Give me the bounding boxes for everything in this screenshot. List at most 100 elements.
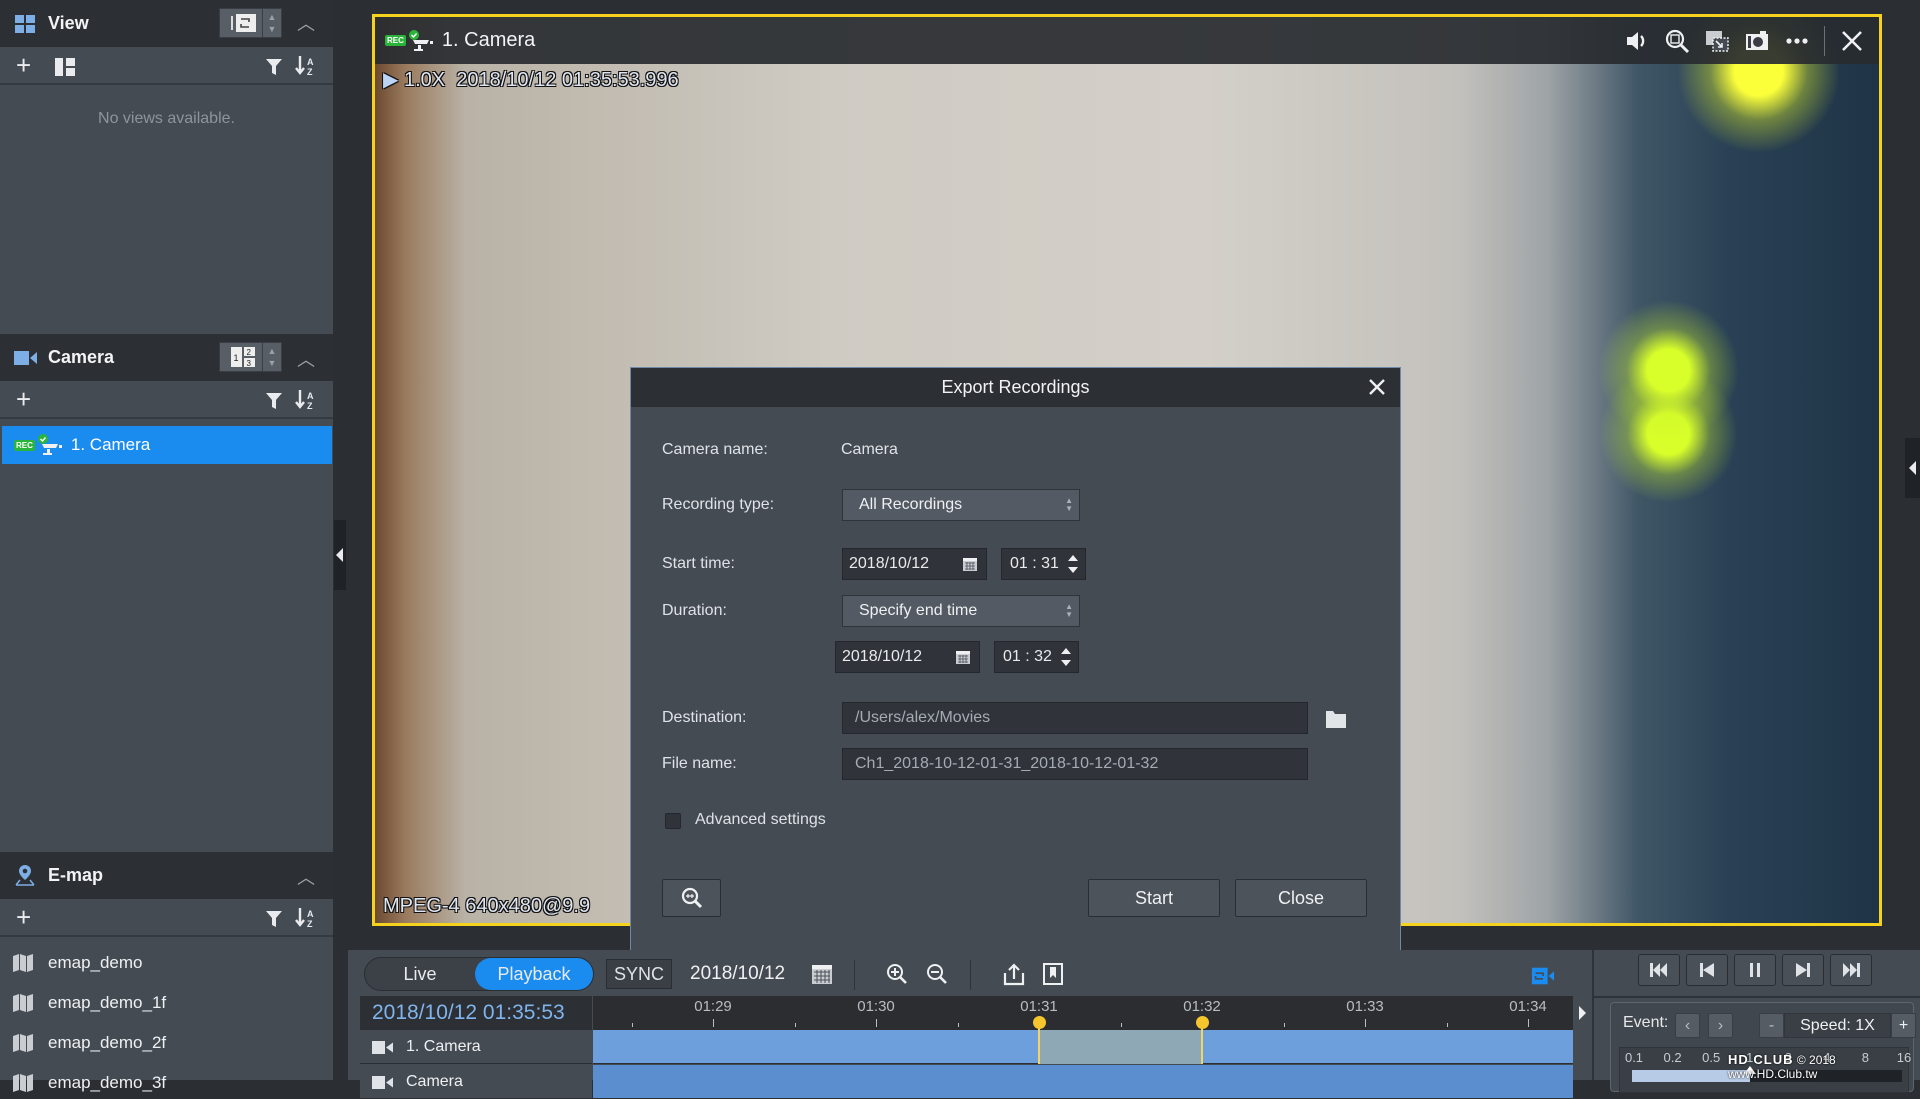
export-icon[interactable]	[1002, 962, 1026, 986]
calendar-icon[interactable]	[955, 649, 971, 665]
filter-icon[interactable]	[265, 392, 283, 410]
preview-search-button[interactable]	[662, 879, 721, 917]
camera-sync-icon[interactable]	[1531, 964, 1555, 988]
digital-zoom-icon[interactable]	[1664, 28, 1690, 54]
filter-icon[interactable]	[265, 910, 283, 928]
pause-button[interactable]	[1734, 954, 1776, 986]
zoom-out-icon[interactable]	[925, 962, 949, 986]
selection-end-handle[interactable]	[1196, 1016, 1209, 1029]
speaker-icon[interactable]	[1624, 28, 1650, 54]
play-indicator-icon: ▶	[383, 69, 399, 91]
view-layout-spinner[interactable]: ▲ ▼	[262, 8, 282, 38]
next-frame-button[interactable]	[1782, 954, 1824, 986]
more-options-icon[interactable]	[1784, 28, 1810, 54]
left-sidebar: View ▲ ▼ ︿ + AZ No views available. Camer…	[0, 0, 333, 1092]
camera-name-value: Camera	[841, 441, 898, 458]
skip-to-end-button[interactable]	[1830, 954, 1872, 986]
playback-mode-button[interactable]: Playback	[475, 958, 593, 990]
calendar-icon[interactable]	[810, 962, 834, 986]
add-camera-button[interactable]: +	[16, 386, 31, 412]
video-camera-icon	[372, 1041, 393, 1054]
time-spinner-icon[interactable]	[1060, 646, 1072, 668]
emap-item-label: emap_demo_1f	[48, 993, 167, 1012]
start-button[interactable]: Start	[1088, 879, 1220, 917]
export-selection-range[interactable]	[1039, 1030, 1202, 1064]
svg-text:A: A	[307, 909, 314, 919]
file-name-value: Ch1_2018-10-12-01-31_2018-10-12-01-32	[855, 755, 1159, 772]
selection-start-handle[interactable]	[1033, 1016, 1046, 1029]
calendar-icon[interactable]	[962, 556, 978, 572]
close-tile-icon[interactable]	[1839, 28, 1865, 54]
emap-list-item[interactable]: emap_demo_2f	[12, 1029, 166, 1057]
numbered-layout-icon: 12 3	[231, 347, 255, 368]
bookmark-icon[interactable]	[1041, 962, 1065, 986]
snapshot-icon[interactable]	[1744, 28, 1770, 54]
next-event-button[interactable]: ›	[1708, 1013, 1733, 1038]
triangle-left-icon	[336, 548, 343, 562]
picture-in-picture-icon[interactable]	[1704, 28, 1730, 54]
sort-az-icon[interactable]: AZ	[295, 389, 319, 411]
emap-item-label: emap_demo_3f	[48, 1073, 167, 1092]
chevron-up-icon[interactable]: ︿	[297, 346, 317, 370]
file-name-input[interactable]: Ch1_2018-10-12-01-31_2018-10-12-01-32	[842, 748, 1308, 780]
end-time-value: 01 : 32	[1003, 648, 1052, 665]
timeline-ruler[interactable]: 01:29 01:30 01:31 01:32 01:33 01:34	[593, 996, 1573, 1030]
layout-icon[interactable]	[55, 58, 75, 76]
map-icon	[13, 1034, 33, 1052]
chevron-up-icon[interactable]: ︿	[297, 864, 317, 888]
timeline-scroll-right-icon[interactable]	[1578, 1006, 1586, 1020]
chevron-up-icon[interactable]: ︿	[297, 10, 317, 34]
end-date-value: 2018/10/12	[842, 648, 923, 665]
file-name-label: File name:	[662, 755, 737, 772]
sync-button[interactable]: SYNC	[606, 959, 672, 989]
camera-section-header[interactable]: Camera 12 3 ▲ ▼ ︿	[0, 334, 333, 381]
speed-decrease-button[interactable]: -	[1759, 1013, 1784, 1038]
dialog-close-icon[interactable]	[1366, 376, 1388, 398]
camera-layout-spinner[interactable]: ▲ ▼	[262, 342, 282, 372]
emap-list-item[interactable]: emap_demo_1f	[12, 989, 166, 1017]
timeline-track[interactable]	[593, 1030, 1573, 1064]
end-date-field[interactable]: 2018/10/12	[835, 641, 980, 673]
speed-scale-label: 0.2	[1663, 1050, 1682, 1065]
start-date-field[interactable]: 2018/10/12	[842, 548, 987, 580]
ruler-minor-tick	[1446, 1023, 1448, 1027]
speed-increase-button[interactable]: +	[1891, 1013, 1916, 1038]
speed-scale-label: 0.1	[1624, 1050, 1644, 1065]
right-panel-collapse-handle[interactable]	[1905, 438, 1920, 498]
live-playback-toggle: Live Playback	[364, 957, 594, 991]
skip-to-start-button[interactable]	[1638, 954, 1680, 986]
skip-forward-icon	[1843, 963, 1860, 977]
recording-type-select[interactable]: All Recordings ▲ ▼	[842, 489, 1080, 521]
ruler-major-tick	[1365, 1019, 1366, 1027]
camera-list-item[interactable]: REC 1. Camera	[2, 426, 332, 464]
emap-list-item[interactable]: emap_demo	[12, 949, 143, 977]
add-view-button[interactable]: +	[16, 52, 31, 78]
view-section-header[interactable]: View ▲ ▼ ︿	[0, 0, 333, 47]
advanced-settings-checkbox[interactable]	[665, 813, 681, 829]
end-time-field[interactable]: 01 : 32	[994, 641, 1079, 673]
sort-az-icon[interactable]: AZ	[295, 55, 319, 77]
previous-event-button[interactable]: ‹	[1675, 1013, 1700, 1038]
live-mode-button[interactable]: Live	[365, 958, 475, 990]
folder-browse-icon[interactable]	[1325, 709, 1347, 729]
emap-list-item[interactable]: emap_demo_3f	[12, 1069, 166, 1097]
timeline-track[interactable]	[593, 1065, 1573, 1099]
zoom-in-icon[interactable]	[885, 962, 909, 986]
close-button[interactable]: Close	[1235, 879, 1367, 917]
duration-select[interactable]: Specify end time ▲ ▼	[842, 595, 1080, 627]
filter-icon[interactable]	[265, 58, 283, 76]
advanced-settings-label[interactable]: Advanced settings	[695, 811, 826, 829]
recording-type-label: Recording type:	[662, 496, 775, 513]
camera-item-label: 1. Camera	[70, 435, 151, 454]
emap-section-header[interactable]: E-map ︿	[0, 852, 333, 899]
previous-frame-button[interactable]	[1686, 954, 1728, 986]
start-date-value: 2018/10/12	[849, 555, 930, 572]
sidebar-collapse-handle[interactable]	[334, 520, 346, 590]
rec-badge: REC	[14, 439, 35, 451]
add-emap-button[interactable]: +	[16, 904, 31, 930]
time-spinner-icon[interactable]	[1067, 553, 1079, 575]
sort-az-icon[interactable]: AZ	[295, 907, 319, 929]
start-time-field[interactable]: 01 : 31	[1001, 548, 1086, 580]
ip-camera-icon	[408, 29, 433, 51]
destination-input[interactable]: /Users/alex/Movies	[842, 702, 1308, 734]
